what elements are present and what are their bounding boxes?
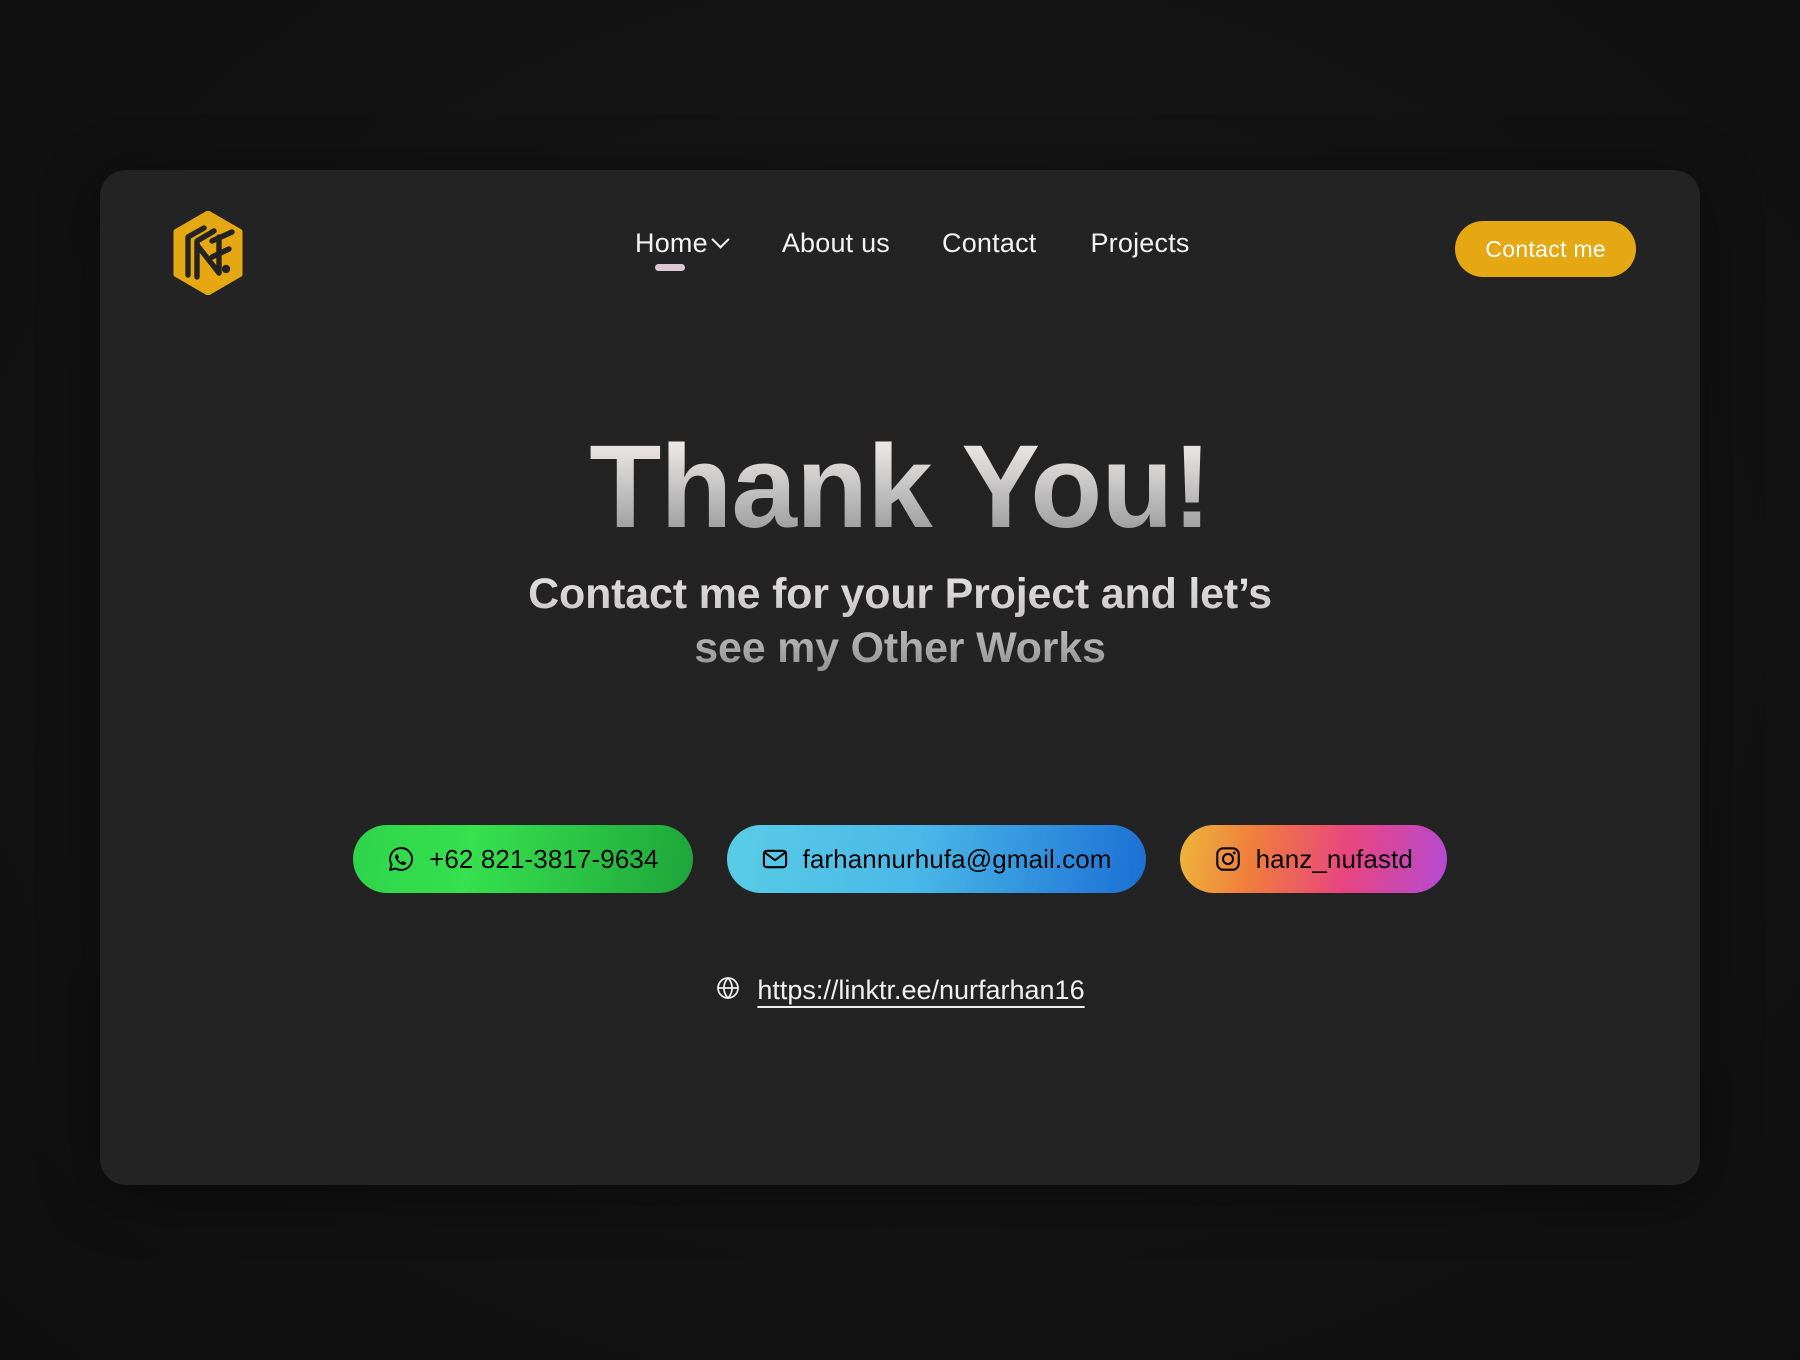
- main-navigation: Home About us Contact Projects: [635, 228, 1190, 271]
- chevron-down-icon: [711, 230, 730, 249]
- page-root: Home About us Contact Projects Contact m…: [0, 0, 1800, 1360]
- contact-pill-list: +62 821-3817-9634 farhannurhufa@gmail.co…: [100, 825, 1700, 893]
- brand-logo[interactable]: [170, 210, 246, 300]
- contact-pill-instagram-label: hanz_nufastd: [1255, 843, 1413, 874]
- contact-pill-email[interactable]: farhannurhufa@gmail.com: [726, 825, 1146, 893]
- contact-pill-whatsapp[interactable]: +62 821-3817-9634: [353, 825, 693, 893]
- mail-icon: [761, 845, 789, 873]
- nav-item-projects-label: Projects: [1090, 228, 1190, 258]
- site-header: Home About us Contact Projects Contact m…: [100, 170, 1700, 330]
- whatsapp-icon: [387, 845, 415, 873]
- page-title: Thank You!: [100, 424, 1700, 550]
- globe-icon: [715, 975, 741, 1006]
- hero-section: Thank You! Contact me for your Project a…: [100, 424, 1700, 676]
- nav-active-indicator: [655, 264, 685, 271]
- nf-hexagon-logo-icon: [171, 210, 245, 300]
- nav-item-home[interactable]: Home: [635, 228, 730, 271]
- contact-me-button-label: Contact me: [1485, 235, 1606, 262]
- contact-pill-instagram[interactable]: hanz_nufastd: [1179, 825, 1447, 893]
- hero-subtitle-line-1: Contact me for your Project and let’s: [528, 570, 1272, 619]
- nav-item-about-us[interactable]: About us: [782, 228, 890, 271]
- portfolio-link[interactable]: https://linktr.ee/nurfarhan16: [757, 975, 1084, 1006]
- contact-me-button[interactable]: Contact me: [1455, 221, 1636, 277]
- contact-pill-whatsapp-label: +62 821-3817-9634: [429, 843, 659, 874]
- nav-item-home-label: Home: [635, 228, 708, 258]
- nav-item-contact-label: Contact: [942, 228, 1037, 258]
- instagram-icon: [1214, 845, 1242, 873]
- nav-item-projects[interactable]: Projects: [1090, 228, 1189, 271]
- footer-link-row: https://linktr.ee/nurfarhan16: [100, 975, 1700, 1006]
- content-card: Home About us Contact Projects Contact m…: [100, 170, 1700, 1185]
- hero-subtitle-line-2: see my Other Works: [694, 623, 1106, 672]
- contact-pill-email-label: farhannurhufa@gmail.com: [802, 843, 1112, 874]
- hero-subtitle: Contact me for your Project and let’s se…: [100, 568, 1700, 676]
- nav-item-about-us-label: About us: [781, 228, 891, 258]
- nav-item-contact[interactable]: Contact: [942, 228, 1036, 271]
